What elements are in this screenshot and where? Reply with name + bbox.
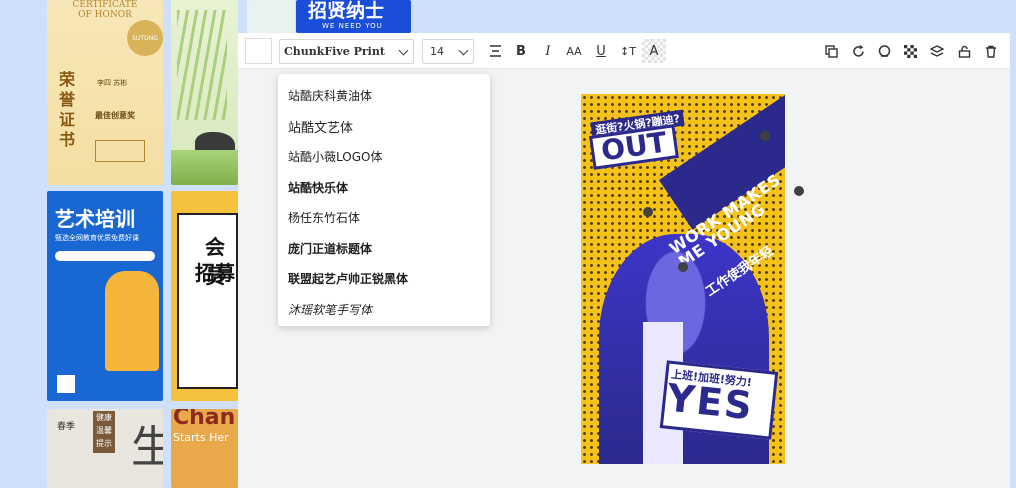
health-tag: 健康 温馨 提示 — [93, 411, 115, 453]
align-icon — [489, 45, 501, 57]
text-background-icon: A — [649, 43, 659, 59]
recruit-banner-title: 招贤纳士 — [308, 0, 385, 22]
poster-canvas[interactable]: 逛街?火锅?蹦迪? OUT WORK MAKES ME YOUNG 工作使我年轻… — [581, 94, 785, 464]
template-recruit-banner[interactable]: 招贤纳士 WE NEED YOU — [296, 0, 411, 33]
italic-button[interactable]: I — [539, 41, 557, 61]
font-size-value: 14 — [430, 45, 444, 58]
bold-button[interactable]: B — [512, 41, 530, 61]
art-info-box — [55, 251, 155, 261]
change-text: Chan — [173, 409, 236, 430]
letter-spacing-icon: AA — [566, 44, 582, 58]
certificate-award: 最佳创意奖 — [95, 111, 135, 120]
certificate-stamp-box — [95, 140, 145, 162]
underline-icon: U — [596, 43, 606, 59]
layers-icon — [930, 44, 944, 57]
mosaic-button[interactable] — [901, 41, 919, 61]
selection-handle[interactable] — [760, 131, 770, 141]
art-illustration — [105, 271, 159, 371]
font-option[interactable]: 杨任东竹石体 — [288, 206, 360, 228]
mask-icon — [878, 44, 890, 57]
font-option[interactable]: 沐瑶软笔手写体 — [288, 298, 372, 320]
health-big-char: 生 — [131, 422, 163, 473]
template-change[interactable]: Chan Starts Her — [171, 409, 238, 488]
redo-icon — [852, 44, 864, 57]
recruit-title2: 招募 — [195, 261, 235, 285]
template-partial-top[interactable] — [247, 0, 295, 33]
recruit-banner-sub: WE NEED YOU — [322, 22, 383, 30]
template-member-recruit[interactable]: 会员 招募 — [171, 191, 238, 401]
template-certificate-of-honor[interactable]: CERTIFICATE OF HONOR SUTONG 荣誉证书 李四 苏彬 最佳… — [47, 0, 163, 185]
font-family-value: ChunkFive Print — [284, 45, 385, 58]
change-sub: Starts Her — [173, 431, 229, 444]
art-subtitle: 甄选全网教育优质免费好课 — [55, 234, 139, 242]
lock-button[interactable] — [955, 41, 973, 61]
font-option[interactable]: 联盟起艺卢帅正锐黑体 — [288, 267, 408, 289]
willow-decoration — [177, 10, 227, 120]
italic-icon: I — [545, 43, 551, 59]
font-option[interactable]: 站酷文艺体 — [288, 115, 353, 137]
certificate-name: 李四 苏彬 — [97, 79, 128, 87]
copy-button[interactable] — [822, 41, 840, 61]
font-family-select[interactable]: ChunkFive Print — [279, 39, 414, 64]
mask-button[interactable] — [875, 41, 893, 61]
font-family-dropdown: 站酷庆科黄油体 站酷文艺体 站酷小薇LOGO体 站酷快乐体 杨任东竹石体 庞门正… — [278, 74, 490, 326]
delete-icon — [986, 45, 996, 58]
text-toolbar: ChunkFive Print 14 B I AA U ↕T A — [238, 33, 1010, 69]
art-title: 艺术培训 — [55, 207, 135, 231]
font-size-select[interactable]: 14 — [422, 39, 474, 64]
certificate-title: 荣誉证书 — [59, 70, 76, 149]
letter-spacing-button[interactable]: AA — [565, 41, 583, 61]
lock-icon — [958, 45, 970, 58]
mosaic-icon — [903, 44, 917, 58]
font-option[interactable]: 站酷快乐体 — [288, 176, 348, 198]
bold-icon: B — [516, 43, 526, 59]
copy-icon — [824, 44, 838, 58]
chevron-down-icon — [458, 45, 469, 56]
template-health-tips[interactable]: 春季 健康 温馨 提示 生 — [47, 409, 163, 488]
layers-button[interactable] — [928, 41, 946, 61]
template-spring-landscape[interactable] — [171, 0, 238, 185]
poster-yes-text[interactable]: YES — [665, 376, 756, 429]
line-height-icon: ↕T — [620, 44, 636, 58]
line-height-button[interactable]: ↕T — [619, 41, 637, 61]
underline-button[interactable]: U — [592, 41, 610, 61]
text-color-swatch[interactable] — [245, 38, 272, 64]
font-option[interactable]: 站酷庆科黄油体 — [288, 84, 372, 106]
font-option[interactable]: 庞门正道标题体 — [288, 237, 372, 259]
chevron-down-icon — [398, 45, 409, 56]
selection-handle[interactable] — [678, 262, 688, 272]
certificate-heading: CERTIFICATE OF HONOR — [72, 0, 138, 20]
selection-handle[interactable] — [643, 207, 653, 217]
rotate-handle[interactable] — [794, 186, 804, 196]
delete-button[interactable] — [982, 41, 1000, 61]
font-option[interactable]: 站酷小薇LOGO体 — [288, 145, 382, 167]
align-button[interactable] — [486, 41, 504, 61]
seal-badge: SUTONG — [127, 20, 163, 56]
grass-decoration — [171, 150, 238, 185]
art-qrcode — [57, 375, 75, 393]
health-season: 春季 — [57, 422, 76, 432]
template-art-training[interactable]: 艺术培训 甄选全网教育优质免费好课 — [47, 191, 163, 401]
redo-button[interactable] — [849, 41, 867, 61]
text-background-button[interactable]: A — [642, 39, 666, 63]
